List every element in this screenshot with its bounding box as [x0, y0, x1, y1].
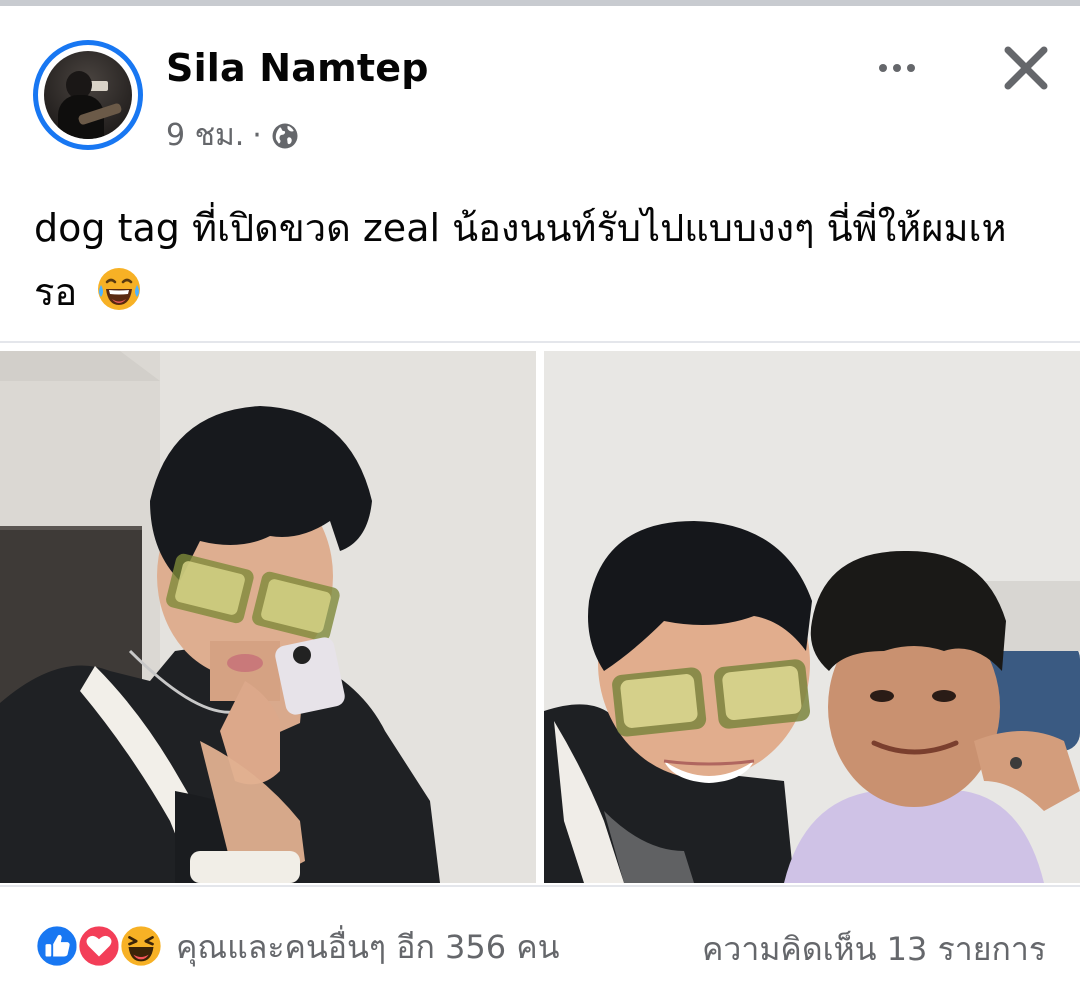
photo-2[interactable]	[544, 351, 1080, 883]
footer-divider	[0, 885, 1080, 887]
reaction-icons	[34, 923, 168, 971]
globe-icon	[272, 123, 298, 148]
photo-1-image	[0, 351, 536, 883]
haha-icon	[118, 923, 164, 969]
caption-divider	[0, 341, 1080, 343]
author-avatar[interactable]	[33, 40, 143, 150]
meta-separator: ·	[252, 118, 262, 153]
close-icon[interactable]	[998, 40, 1054, 96]
caption-text: dog tag ที่เปิดขวด zeal น้องนนท์รับไปแบบ…	[34, 206, 1007, 314]
photo-1[interactable]	[0, 351, 536, 883]
reactions-count-text[interactable]: คุณและคนอื่นๆ อีก 356 คน	[176, 922, 560, 973]
love-icon	[76, 923, 122, 969]
author-name[interactable]: Sila Namtep	[166, 46, 429, 90]
laughing-tears-emoji	[98, 268, 141, 310]
photo-2-image	[544, 351, 1080, 883]
more-horizontal-icon	[879, 64, 887, 72]
avatar-image	[44, 51, 132, 139]
post-caption: dog tag ที่เปิดขวด zeal น้องนนท์รับไปแบบ…	[34, 196, 1044, 324]
post-time[interactable]: 9 ชม.	[166, 112, 244, 159]
reactions-summary[interactable]: คุณและคนอื่นๆ อีก 356 คน	[34, 922, 560, 972]
like-icon	[34, 923, 80, 969]
post-meta: 9 ชม. ·	[166, 112, 300, 159]
comments-count-link[interactable]: ความคิดเห็น 13 รายการ	[702, 924, 1046, 975]
post-header: Sila Namtep 9 ชม. ·	[0, 6, 1080, 166]
more-options-button[interactable]	[870, 48, 924, 88]
